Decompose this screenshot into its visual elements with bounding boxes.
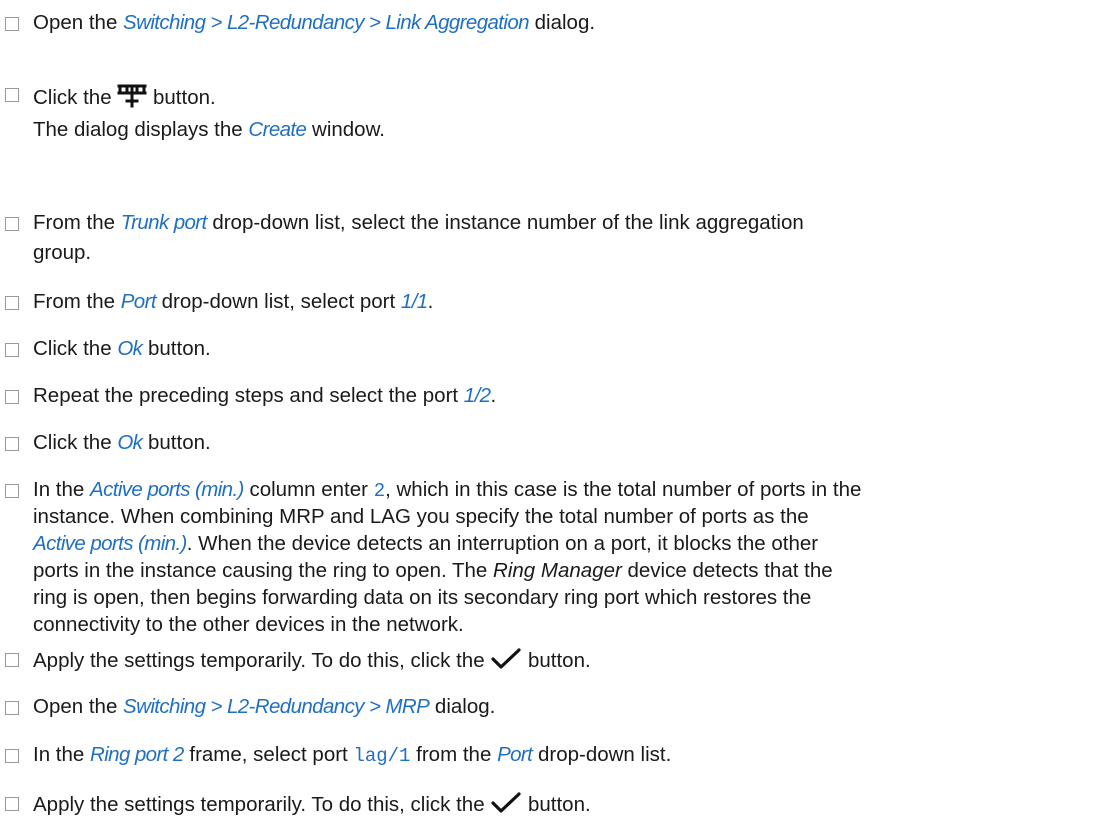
body-text: Repeat the preceding steps and select th… [33,384,464,407]
step-text-line: Active ports (min.). When the device det… [33,532,818,556]
body-text: Click the [33,337,118,360]
step-text-line: Click the button. [33,82,216,110]
step-checkbox [5,217,19,231]
body-text: connectivity to the other devices in the… [33,613,464,636]
step-text-line: From the Port drop-down list, select por… [33,290,433,314]
body-text: ports in the instance causing the ring t… [33,559,494,582]
code-value: lag/1 [353,745,411,767]
ui-reference: Active ports (min.) [33,532,187,555]
body-text: button. [147,86,216,109]
body-text: dialog. [429,695,496,718]
body-text: drop-down list, select port [155,290,401,313]
ui-reference: 1/1 [400,290,428,313]
ui-reference: Trunk port [120,211,208,234]
body-text: ring is open, then begins forwarding dat… [33,586,812,609]
body-text: Open the [33,695,124,718]
step-text-line: The dialog displays the Create window. [33,118,385,142]
body-text: frame, select port [183,743,354,766]
ui-reference: Ring port 2 [90,743,184,766]
step-text-line: connectivity to the other devices in the… [33,613,464,637]
step-text-line: Click the Ok button. [33,431,211,455]
body-text: Click the [33,86,118,109]
step-checkbox [5,653,19,667]
body-text: dialog. [528,11,596,34]
body-text: instance. When combining MRP and LAG you… [33,505,809,528]
step-checkbox [5,343,19,357]
emphasis-text: Ring Manager [493,559,622,582]
code-value: 2 [373,480,386,502]
checkmark-icon [490,648,522,672]
body-text: group. [33,241,92,264]
step-checkbox [5,484,19,498]
ui-reference: Ok [117,337,143,360]
step-checkbox [5,390,19,404]
step-text-line: Open the Switching > L2-Redundancy > Lin… [33,11,595,35]
body-text: , which in this case is the total number… [385,478,862,501]
body-text: . [490,384,497,407]
step-text-line: ports in the instance causing the ring t… [33,559,833,583]
ui-reference: Port [120,290,157,313]
body-text: Click the [33,431,118,454]
ui-reference: Create [248,118,307,141]
step-checkbox [5,88,19,102]
add-link-aggregation-icon [117,84,147,109]
step-checkbox [5,296,19,310]
ui-reference: Switching > L2-Redundancy > MRP [123,695,430,718]
body-text: Apply the settings temporarily. To do th… [33,793,491,816]
body-text: Open the [33,11,124,34]
body-text: . [427,290,434,313]
step-text-line: group. [33,241,91,265]
step-checkbox [5,17,19,31]
step-text-line: In the Active ports (min.) column enter … [33,478,861,502]
step-checkbox [5,701,19,715]
step-text-line: Click the Ok button. [33,337,211,361]
body-text: From the [33,290,121,313]
body-text: In the [33,478,90,501]
ui-reference: Switching > L2-Redundancy > Link Aggrega… [123,11,530,34]
step-text-line: Repeat the preceding steps and select th… [33,384,496,408]
body-text: button. [522,649,591,672]
body-text: From the [33,211,121,234]
body-text: window. [306,118,385,141]
ui-reference: Ok [117,431,143,454]
step-text-line: From the Trunk port drop-down list, sele… [33,211,804,235]
body-text: from the [410,743,498,766]
ui-reference: 1/2 [463,384,491,407]
body-text: button. [142,337,211,360]
body-text: In the [33,743,90,766]
step-text-line: Apply the settings temporarily. To do th… [33,791,591,817]
step-checkbox [5,797,19,811]
step-checkbox [5,749,19,763]
step-text-line: Apply the settings temporarily. To do th… [33,647,591,673]
step-checkbox [5,437,19,451]
body-text: . When the device detects an interruptio… [186,532,819,555]
ui-reference: Port [497,743,533,766]
step-text-line: Open the Switching > L2-Redundancy > MRP… [33,695,495,719]
body-text: column enter [243,478,374,501]
body-text: drop-down list, select the instance numb… [206,211,804,234]
body-text: button. [522,793,591,816]
body-text: button. [142,431,211,454]
ui-reference: Active ports (min.) [90,478,244,501]
step-text-line: instance. When combining MRP and LAG you… [33,505,809,529]
checkmark-icon [490,792,522,816]
step-text-line: ring is open, then begins forwarding dat… [33,586,811,610]
body-text: Apply the settings temporarily. To do th… [33,649,491,672]
body-text: device detects that the [621,559,833,582]
step-text-line: In the Ring port 2 frame, select port la… [33,743,671,767]
body-text: drop-down list. [532,743,672,766]
body-text: The dialog displays the [33,118,249,141]
